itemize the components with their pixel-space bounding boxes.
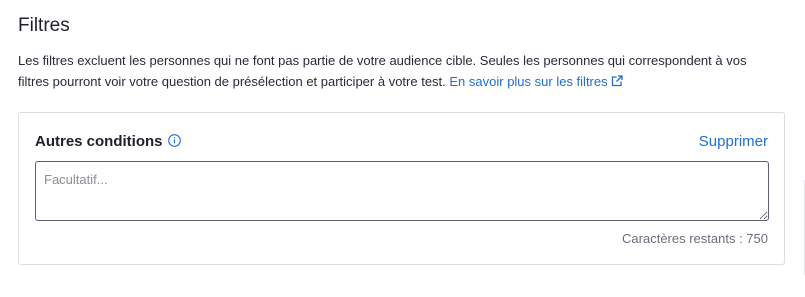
delete-button[interactable]: Supprimer [699,132,768,152]
section-description: Les filtres excluent les personnes qui n… [18,50,778,92]
filters-section: Filtres Les filtres excluent les personn… [0,0,805,297]
learn-more-link[interactable]: En savoir plus sur les filtres [449,74,623,89]
card-title-text: Autres conditions [35,133,163,150]
learn-more-label: En savoir plus sur les filtres [449,74,608,89]
info-icon[interactable] [167,134,181,147]
card-title: Autres conditions [35,133,181,151]
conditions-textarea[interactable] [35,161,769,221]
card-header: Autres conditions Supprimer [35,131,768,153]
condition-card: Autres conditions Supprimer Caractères r… [18,112,785,265]
remaining-characters: Caractères restants : 750 [622,231,768,246]
description-text: Les filtres excluent les personnes qui n… [18,53,747,89]
section-title: Filtres [18,15,70,36]
external-link-icon [611,75,623,87]
